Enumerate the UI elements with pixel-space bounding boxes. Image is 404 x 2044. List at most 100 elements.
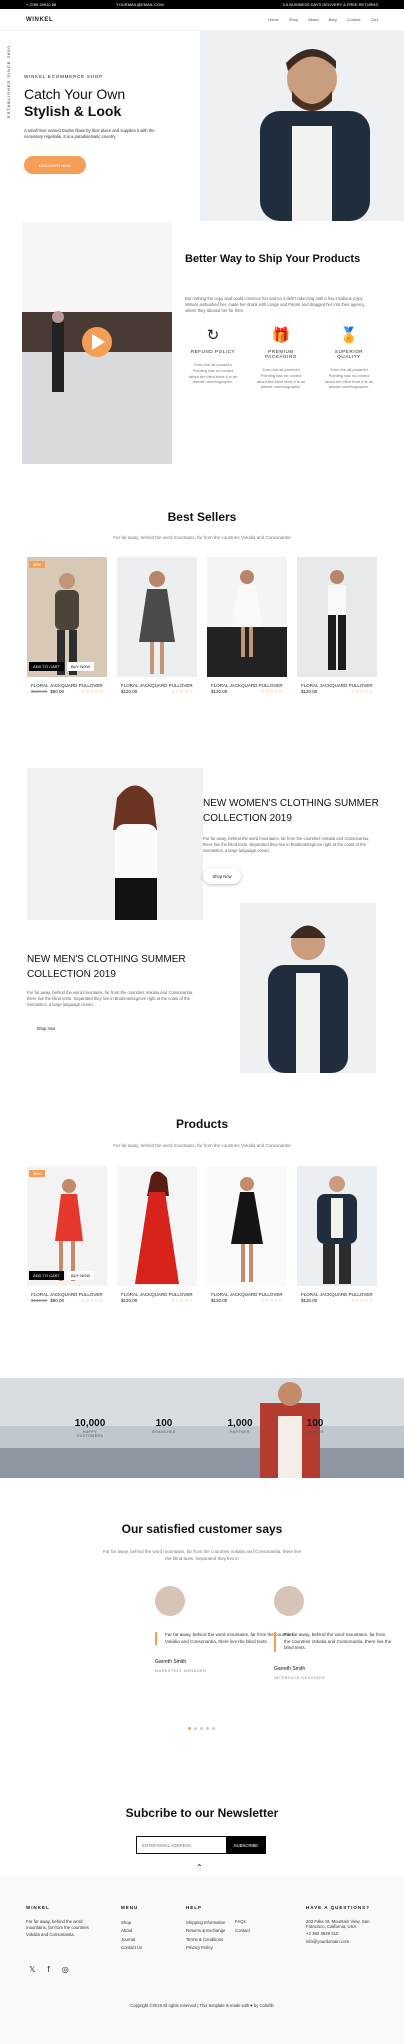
facebook-icon[interactable]: f	[47, 1965, 49, 1974]
testimonials-sub: Far far away, behind the word mountains,…	[102, 1549, 302, 1561]
bestsellers-title: Best Sellers	[167, 510, 237, 524]
delivery-text: 3-5 BUSINESS DAYS DELIVERY & FREE RETURN…	[282, 2, 378, 7]
buy-now-button[interactable]: BUY NOW	[67, 1271, 95, 1280]
store-video-image[interactable]	[22, 222, 172, 464]
add-to-cart-button[interactable]: ADD TO CART	[29, 1271, 64, 1280]
footer	[0, 1876, 404, 2044]
nav-shop[interactable]: Shop	[289, 17, 298, 22]
stat-branches: 100 BRANCHES	[144, 1418, 184, 1434]
footer-link[interactable]: Shop	[121, 1919, 142, 1928]
testimonial-text: Far far away, behind the word mountains,…	[274, 1632, 392, 1652]
footer-address: 203 Fake St. Mountain View, San Francisc…	[306, 1918, 370, 1930]
carousel-dots[interactable]	[188, 1727, 215, 1730]
email-input[interactable]	[136, 1836, 230, 1854]
copyright: Copyright ©2019 All rights reserved | Th…	[130, 2003, 274, 2008]
footer-phone[interactable]: +2 392 3929 210	[306, 1930, 388, 1939]
price: $80.00	[50, 1298, 65, 1303]
price: $120.00	[211, 689, 228, 694]
footer-link[interactable]: Terms & Conditions	[186, 1936, 225, 1945]
footer-help-heading: HELP	[186, 1905, 203, 1910]
feature-title: PREMIUM PACKAGING	[265, 349, 297, 359]
product-image: 30% ADD TO CART BUY NOW	[27, 1166, 107, 1286]
email-text: YOURMAIL@EMAIL.COM	[116, 2, 164, 7]
subscribe-button[interactable]: SUBSCRIBE	[226, 1836, 266, 1854]
feature-title: REFUND POLICY	[190, 349, 236, 354]
carousel-dot[interactable]	[206, 1727, 209, 1730]
footer-email[interactable]: info@yourdomain.com	[306, 1938, 388, 1947]
men-shop-now-button[interactable]: Shop now	[27, 1020, 65, 1036]
ship-text: But nothing the copy said could convince…	[185, 296, 366, 313]
product-card[interactable]: FLORAL JACKQUARD PULLOVER $120.00 ☆☆☆☆☆	[297, 1166, 377, 1310]
footer-help-extra: FAQs Contact	[235, 1918, 250, 1935]
product-card[interactable]: FLORAL JACKQUARD PULLOVER $120.00 ☆☆☆☆☆	[207, 557, 287, 701]
chevron-up-icon[interactable]: ⌃	[196, 1863, 203, 1872]
testimonial-name: Garreth Smith	[274, 1665, 306, 1672]
carousel-dot[interactable]	[200, 1727, 203, 1730]
footer-link[interactable]: Journal	[121, 1936, 142, 1945]
footer-link[interactable]: Returns & Exchange	[186, 1927, 225, 1936]
stat-label: AWARDS	[305, 1430, 325, 1434]
footer-about: Far far away, behind the word mountains,…	[26, 1918, 89, 1937]
hero-left	[0, 31, 200, 221]
feature-packaging: 🎁 PREMIUM PACKAGING Even the all-powerfu…	[256, 327, 306, 390]
men-collection-title: NEW MEN'S CLOTHING SUMMER COLLECTION 201…	[27, 954, 186, 980]
refund-icon: ↻	[206, 327, 220, 344]
footer-link[interactable]: FAQs	[235, 1918, 250, 1927]
rating-stars-icon: ☆☆☆☆☆	[260, 1298, 283, 1304]
testimonial-card: Far far away, behind the word mountains,…	[274, 1586, 392, 1680]
avatar	[274, 1586, 304, 1616]
product-card[interactable]: FLORAL JACKQUARD PULLOVER $120.00 ☆☆☆☆☆	[207, 1166, 287, 1310]
add-to-cart-button[interactable]: ADD TO CART	[29, 662, 64, 671]
footer-link[interactable]: Shipping Information	[186, 1919, 225, 1928]
feature-text: Even the all-powerful Pointing has no co…	[188, 362, 238, 385]
nav-contact[interactable]: Contact	[347, 17, 361, 22]
newsletter-title: Subcribe to our Newsletter	[125, 1806, 279, 1820]
award-icon: 🏅	[339, 327, 359, 344]
rating-stars-icon: ☆☆☆☆☆	[350, 1298, 373, 1304]
product-card[interactable]: 30% ADD TO CART BUY NOW FLORAL JACKQUARD…	[27, 1166, 107, 1310]
buy-now-button[interactable]: BUY NOW	[67, 662, 95, 671]
carousel-dot[interactable]	[194, 1727, 197, 1730]
product-card[interactable]: FLORAL JACKQUARD PULLOVER $120.00 ☆☆☆☆☆	[117, 1166, 197, 1310]
stat-number: 1,000	[227, 1418, 253, 1429]
nav-menu: Home Shop About Blog Contact Cart	[268, 17, 378, 22]
stat-number: 100	[306, 1418, 324, 1429]
product-image	[117, 1166, 197, 1286]
product-card[interactable]: 30% ADD TO CART BUY NOW FLORAL JACKQUARD…	[27, 557, 107, 701]
hero-title-line2: Stylish & Look	[24, 103, 122, 119]
women-collection-title: NEW WOMEN'S CLOTHING SUMMER COLLECTION 2…	[203, 798, 379, 824]
stat-partner: 1,000 PARTNER	[220, 1418, 260, 1434]
carousel-dot[interactable]	[212, 1727, 215, 1730]
feature-text: Even the all-powerful Pointing has no co…	[256, 367, 306, 390]
phone-text: + 2785 29910 88	[26, 2, 57, 7]
product-card[interactable]: FLORAL JACKQUARD PULLOVER $120.00 ☆☆☆☆☆	[117, 557, 197, 701]
footer-link[interactable]: Contact Us	[121, 1944, 142, 1953]
footer-brand: WINKEL Far far away, behind the word mou…	[26, 1904, 96, 1938]
product-image: 30% ADD TO CART BUY NOW	[27, 557, 107, 677]
men-collection-image	[240, 903, 376, 1073]
footer-link[interactable]: Contact	[235, 1927, 250, 1936]
footer-link[interactable]: Privacy Policy	[186, 1944, 225, 1953]
product-card[interactable]: FLORAL JACKQUARD PULLOVER $120.00 ☆☆☆☆☆	[297, 557, 377, 701]
nav-about[interactable]: About	[308, 17, 318, 22]
sale-badge: 30%	[29, 1170, 46, 1177]
logo[interactable]: WINKEL	[26, 17, 53, 23]
women-collection-image	[27, 768, 203, 920]
testimonials-title: Our satisfied customer says	[121, 1522, 283, 1536]
instagram-icon[interactable]: ◎	[62, 1965, 69, 1974]
nav-blog[interactable]: Blog	[329, 17, 337, 22]
footer-link[interactable]: About	[121, 1927, 142, 1936]
ship-title: Better Way to Ship Your Products	[185, 253, 361, 265]
nav-home[interactable]: Home	[268, 17, 279, 22]
discover-button[interactable]: DISCOVER NOW	[24, 156, 86, 174]
nav-cart[interactable]: Cart	[370, 17, 378, 22]
hero-vertical-text: ESTABLISHED SINCE 2000	[6, 45, 11, 118]
products-sub: Far far away, behind the word mountains,…	[113, 1143, 291, 1148]
testimonial-role: INTERFACE DESIGNER	[274, 1675, 326, 1680]
stat-number: 10,000	[74, 1418, 106, 1429]
hero-eyebrow: WINKEL ECOMMERCE SHOP	[24, 74, 103, 79]
carousel-dot[interactable]	[188, 1727, 191, 1730]
price: $120.00	[211, 1298, 228, 1303]
twitter-icon[interactable]: 𝕏	[29, 1965, 35, 1974]
women-shop-now-button[interactable]: Shop Now	[203, 868, 241, 884]
